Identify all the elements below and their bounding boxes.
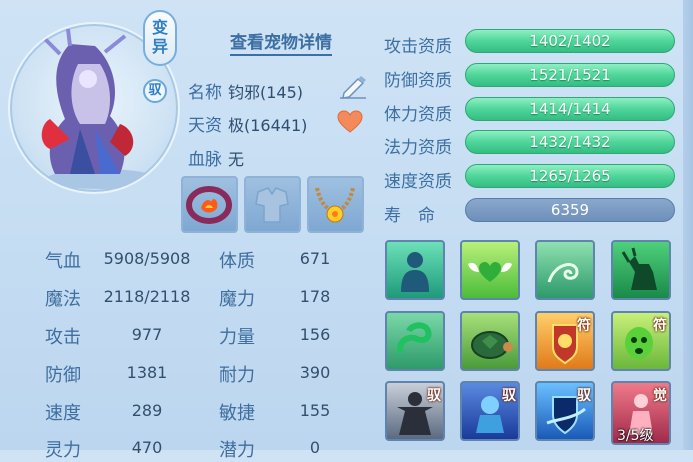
silhouette-skill-icon [401,252,429,292]
skill-slot-5[interactable] [385,311,445,371]
aptitude-bar-stamina: 1414/1414 [465,97,675,121]
aptitude-bar-defense: 1521/1521 [465,63,675,87]
stat-label-defense: 防御 [45,365,81,386]
equipment-slot-necklace[interactable] [307,176,364,233]
skill-slot-6[interactable] [460,311,520,371]
skill-tag-yu-3: 驭 [577,388,591,404]
skill-tag-jue: 觉 [653,388,667,404]
attr-value-agility: 155 [299,401,331,420]
swirl-skill-icon [547,263,579,283]
talent-value: 极(16441) [228,116,308,135]
talent-label: 天资 [188,116,222,136]
attr-label-agility: 敏捷 [219,403,255,424]
stat-label-attack: 攻击 [45,327,81,348]
lifespan-label: 寿 命 [384,206,435,226]
collar-equipment-icon [186,186,232,224]
skill-slot-11[interactable]: 驭 [535,381,595,441]
stat-label-speed: 速度 [45,403,81,424]
aptitude-bar-attack: 1402/1402 [465,29,675,53]
deer-skill-icon [621,247,657,290]
skill-slot-3[interactable] [535,240,595,300]
skill-slot-12[interactable]: 觉 3/5级 [611,381,671,445]
aptitude-label-speed: 速度资质 [384,172,452,192]
view-pet-details-link[interactable]: 查看宠物详情 [230,28,332,56]
attr-label-constitution: 体质 [219,251,255,272]
skill-slot-9[interactable]: 驭 [385,381,445,441]
equipment-slot-collar[interactable] [181,176,238,233]
attr-label-strength: 力量 [219,327,255,348]
aptitude-label-stamina: 体力资质 [384,105,452,125]
attr-value-constitution: 671 [299,249,331,268]
skill-slot-8[interactable]: 符 [611,311,671,371]
variant-badge: 变异 [143,10,177,66]
attr-label-endurance: 耐力 [219,365,255,386]
skill-tag-yu-1: 驭 [427,388,441,404]
stat-value-attack: 977 [131,325,163,344]
mount-badge-text: 驭 [148,83,162,98]
aptitude-bar-mana: 1432/1432 [465,130,675,154]
aptitude-label-attack: 攻击资质 [384,37,452,57]
pencil-icon[interactable] [338,73,368,99]
equipment-slot-armor[interactable] [244,176,301,233]
skill-tag-fu: 符 [577,318,591,334]
stat-label-hp: 气血 [45,251,81,272]
skill-tag-yu-2: 驭 [502,388,516,404]
variant-badge-text: 变异 [152,18,169,56]
stat-value-hp: 5908/5908 [103,249,191,268]
bloodline-value: 无 [228,150,245,169]
name-value: 钧邪(145) [228,83,304,102]
stat-value-defense: 1381 [126,363,168,382]
stat-value-speed: 289 [131,401,163,420]
bloodline-label: 血脉 [188,150,222,170]
attr-label-magic: 魔力 [219,289,255,310]
skill-slot-1[interactable] [385,240,445,300]
attr-value-magic: 178 [299,287,331,306]
aptitude-label-defense: 防御资质 [384,71,452,91]
necklace-equipment-icon [315,187,355,223]
skill-slot-7[interactable]: 符 [535,311,595,371]
attr-value-endurance: 390 [299,363,331,382]
stat-value-spirit: 470 [131,438,163,457]
winged-heart-skill-icon [468,262,512,282]
attr-value-potential: 0 [309,438,321,457]
name-label: 名称 [188,83,222,103]
panel-edge [683,0,693,450]
skill-slot-2[interactable] [460,240,520,300]
serpent-skill-icon [397,322,432,354]
attr-value-strength: 156 [299,325,331,344]
skill-level-text: 3/5级 [617,428,654,444]
heart-icon[interactable] [337,110,363,134]
stat-label-mp: 魔法 [45,289,81,310]
mount-badge: 驭 [143,79,167,103]
skill-tag-fu-2: 符 [653,318,667,334]
turtle-skill-icon [471,331,513,359]
attr-label-potential: 潜力 [219,440,255,461]
aptitude-label-mana: 法力资质 [384,138,452,158]
stat-value-mp: 2118/2118 [103,287,191,306]
lifespan-bar: 6359 [465,198,675,222]
skill-slot-10[interactable]: 驭 [460,381,520,441]
skill-slot-4[interactable] [611,240,671,300]
aptitude-bar-speed: 1265/1265 [465,164,675,188]
empty-armor-slot-icon [255,187,289,223]
stat-label-spirit: 灵力 [45,440,81,461]
